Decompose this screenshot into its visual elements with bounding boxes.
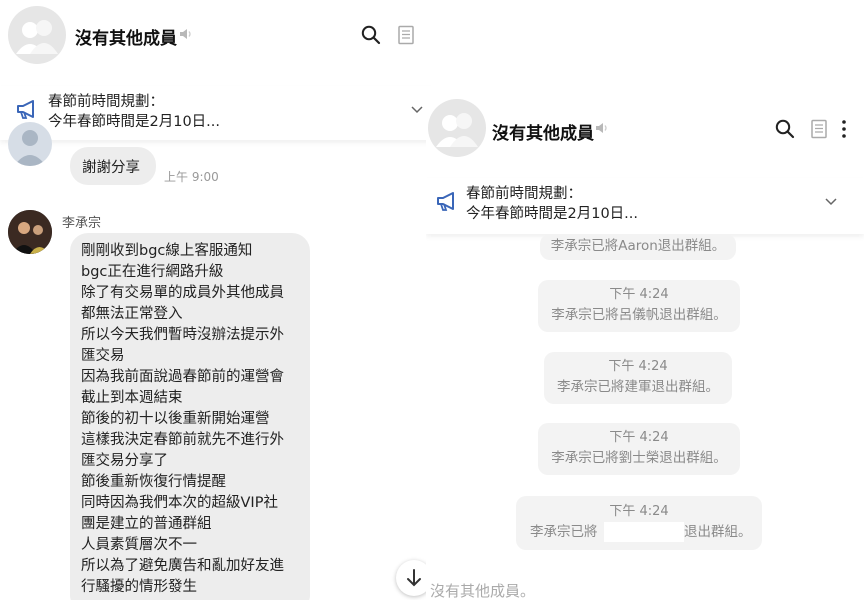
system-message-time: 下午 4:24 <box>609 504 669 519</box>
chat-title: 沒有其他成員 <box>492 124 594 144</box>
system-message-text-end: 退出群組。 <box>684 524 752 540</box>
message-line: 節後的初十以後重新開始運營 <box>81 411 270 427</box>
group-avatar-icon[interactable] <box>8 6 66 64</box>
sender-name: 李承宗 <box>62 216 102 231</box>
system-message-text: 李承宗已將呂儀帆退出群組。 <box>551 307 727 323</box>
avatar[interactable] <box>8 210 52 254</box>
system-message: 下午 4:24 李承宗已將 退出群組。 <box>516 496 762 550</box>
redaction-block <box>604 522 684 542</box>
message-line: 匯交易分享了 <box>81 453 168 469</box>
message-text: 謝謝分享 <box>82 160 140 176</box>
message-line: 行騷擾的情形發生 <box>81 579 197 595</box>
chat-header: 沒有其他成員 <box>0 0 432 70</box>
system-message-time: 下午 4:24 <box>609 430 669 445</box>
chat-title: 沒有其他成員 <box>75 29 177 49</box>
message-line: 所以今天我們暫時沒辦法提示外 <box>81 327 284 343</box>
message-line: 因為我前面說過春節前的運營會 <box>81 369 284 385</box>
search-icon[interactable] <box>774 118 796 140</box>
message-line: 除了有交易單的成員外其他成員 <box>81 285 284 301</box>
message-line: 節後重新恢復行情提醒 <box>81 474 226 490</box>
announcement-title: 春節前時間規劃： <box>466 186 582 202</box>
message-line: 所以為了避免廣告和亂加好友進 <box>81 558 284 574</box>
speaker-muted-icon <box>180 29 191 39</box>
system-message: 下午 4:24 李承宗已將建軍退出群組。 <box>544 352 732 404</box>
notes-icon[interactable] <box>808 118 830 140</box>
system-message-text-start: 李承宗已將 <box>530 524 598 540</box>
message-input[interactable]: 沒有其他成員。 <box>430 580 535 600</box>
more-vertical-icon[interactable] <box>838 118 850 140</box>
message-bubble[interactable]: 謝謝分享 <box>70 147 156 185</box>
announcement-title: 春節前時間規劃： <box>48 94 164 110</box>
message-line: 團是建立的普通群組 <box>81 516 212 532</box>
system-message-text: 李承宗已將建軍退出群組。 <box>557 379 719 395</box>
megaphone-icon <box>437 192 454 211</box>
system-message-text: 李承宗已將 退出群組。 <box>516 522 762 542</box>
message-line: bgc正在進行網路升級 <box>81 264 224 280</box>
avatar <box>8 122 52 166</box>
system-message-time: 下午 4:24 <box>609 287 669 302</box>
system-message-time: 下午 4:24 <box>608 359 668 374</box>
system-message: 李承宗已將Aaron退出群組。 <box>540 234 736 260</box>
speaker-muted-icon <box>596 123 607 133</box>
chevron-down-icon[interactable] <box>824 194 838 208</box>
announcement-body: 今年春節時間是2月10日... <box>48 114 221 130</box>
message-line: 同時因為我們本次的超級VIP社 <box>81 495 278 511</box>
message-line: 這樣我決定春節前就先不進行外 <box>81 432 284 448</box>
announcement-body: 今年春節時間是2月10日... <box>466 206 639 222</box>
message-line: 剛剛收到bgc線上客服通知 <box>81 243 253 259</box>
message-bubble[interactable]: 剛剛收到bgc線上客服通知 bgc正在進行網路升級除了有交易單的成員外其他成員 都無… <box>70 233 310 600</box>
left-chat-panel: 沒有其他成員 春節前時間規劃： 今年春節時間是2月10日... 謝謝分享 上午 … <box>0 0 432 600</box>
system-message: 下午 4:24 李承宗已將呂儀帆退出群組。 <box>538 280 740 332</box>
right-chat-panel: 沒有其他成員 春節前時間規劃： 今年春節時間是2月10日... 李承宗已將Aar… <box>426 96 864 600</box>
message-line: 截止到本週結束 <box>81 390 183 406</box>
message-line: 都無法正常登入 <box>81 306 183 322</box>
announcement-bar[interactable]: 春節前時間規劃： 今年春節時間是2月10日... <box>426 178 864 234</box>
search-icon[interactable] <box>360 24 382 46</box>
system-message-text: 李承宗已將Aaron退出群組。 <box>550 238 726 254</box>
system-message: 下午 4:24 李承宗已將劉士榮退出群組。 <box>538 423 740 475</box>
message-line: 匯交易 <box>81 348 125 364</box>
chevron-down-icon[interactable] <box>410 102 424 116</box>
message-line: 人員素質層次不一 <box>81 537 197 553</box>
announcement-bar[interactable]: 春節前時間規劃： 今年春節時間是2月10日... <box>0 86 432 140</box>
megaphone-icon <box>17 100 34 119</box>
notes-icon[interactable] <box>395 24 417 46</box>
system-message-text: 李承宗已將劉士榮退出群組。 <box>551 450 727 466</box>
message-time: 上午 9:00 <box>164 170 219 184</box>
group-avatar-icon[interactable] <box>428 99 486 157</box>
chat-header: 沒有其他成員 <box>426 96 864 162</box>
